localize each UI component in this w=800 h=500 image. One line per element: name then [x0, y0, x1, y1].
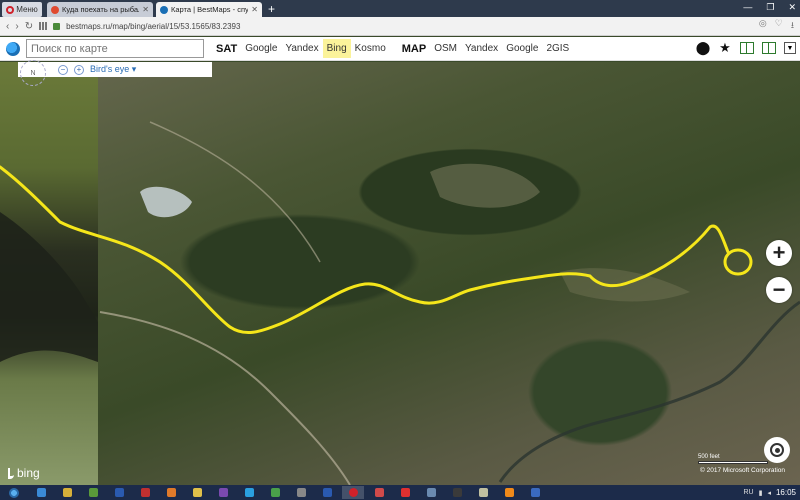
source-google-map[interactable]: Google [502, 39, 542, 58]
opera-logo-icon [6, 5, 15, 14]
taskbar-app-mail[interactable] [368, 486, 390, 499]
taskbar-app-yandex[interactable] [394, 486, 416, 499]
zoom-out-mini-icon[interactable]: − [58, 64, 68, 75]
back-icon[interactable]: ‹ [6, 21, 9, 32]
maximize-icon[interactable]: ❐ [766, 2, 774, 13]
bing-wordmark: bing [17, 466, 40, 480]
browser-tab-bar: Меню Куда поехать на рыбалк ✕ Карта | Be… [0, 0, 800, 17]
map-sources: MAP OSM Yandex Google 2GIS [398, 39, 573, 59]
source-kosmo-sat[interactable]: Kosmo [351, 39, 390, 58]
zoom-out-button[interactable]: − [766, 277, 792, 303]
site-favicon-icon [160, 5, 168, 14]
compass-north-label: N [30, 69, 36, 77]
taskbar-app-paint[interactable] [160, 486, 182, 499]
reload-icon[interactable]: ↻ [25, 21, 33, 32]
windows-logo-icon [9, 487, 19, 498]
bestmaps-logo-icon[interactable] [6, 41, 20, 56]
satellite-map[interactable]: + − [0, 62, 800, 485]
source-yandex-sat[interactable]: Yandex [281, 39, 322, 58]
snapshot-icon[interactable]: ◎ [759, 18, 767, 34]
bookmark-heart-icon[interactable]: ♡ [775, 18, 783, 34]
volume-icon[interactable]: ◂ [767, 489, 771, 497]
map-label: MAP [401, 42, 427, 55]
close-tab-icon[interactable]: ✕ [251, 5, 258, 14]
side-panel-icon[interactable] [762, 42, 776, 54]
taskbar-app-opera[interactable] [342, 486, 364, 499]
chevron-down-icon[interactable]: ▼ [784, 42, 796, 54]
taskbar-app-folder[interactable] [186, 486, 208, 499]
system-tray: RU ▮ ◂ 16:05 [743, 485, 796, 500]
taskbar-app-calc[interactable] [290, 486, 312, 499]
close-tab-icon[interactable]: ✕ [142, 5, 149, 14]
taskbar-app-torrent[interactable] [264, 486, 286, 499]
lock-icon [53, 22, 61, 30]
network-icon[interactable]: ▮ [759, 489, 763, 497]
menu-label: Меню [16, 5, 38, 14]
source-osm-map[interactable]: OSM [430, 39, 461, 58]
taskbar-app-monitor[interactable] [420, 486, 442, 499]
url-field[interactable]: bestmaps.ru/map/bing/aerial/15/53.1565/8… [66, 22, 753, 31]
site-favicon-icon [51, 5, 59, 14]
split-view-icon[interactable] [740, 42, 754, 54]
birds-eye-toggle[interactable]: Bird's eye ▾ [90, 64, 136, 75]
map-toolbar: SAT Google Yandex Bing Kosmo MAP OSM Yan… [0, 37, 800, 61]
address-actions: ◎ ♡ ⭳ [759, 18, 794, 34]
taskbar-app-pdf[interactable] [134, 486, 156, 499]
taskbar-app-ie[interactable] [30, 486, 52, 499]
scale-bar: 500 feet [698, 454, 768, 464]
star-icon[interactable]: ★ [718, 40, 732, 56]
birds-eye-panel: − + Bird's eye ▾ [18, 62, 212, 77]
map-copyright: © 2017 Microsoft Corporation [700, 467, 785, 474]
source-2gis-map[interactable]: 2GIS [542, 39, 573, 58]
taskbar-app-skype[interactable] [238, 486, 260, 499]
taskbar-app-player[interactable] [446, 486, 468, 499]
windows-taskbar: RU ▮ ◂ 16:05 [0, 485, 800, 500]
zoom-in-mini-icon[interactable]: + [74, 64, 84, 75]
sat-label: SAT [216, 42, 238, 55]
taskbar-app-media[interactable] [82, 486, 104, 499]
source-bing-sat[interactable]: Bing [322, 39, 351, 58]
toolbar-actions: ⬤ ★ ▼ [696, 40, 796, 56]
bing-b-icon [8, 467, 14, 479]
tab-title: Куда поехать на рыбалк [62, 5, 140, 14]
target-icon [770, 443, 784, 457]
start-button[interactable] [0, 485, 28, 500]
taskbar-app-ok[interactable] [498, 486, 520, 499]
taskbar-app-explorer[interactable] [56, 486, 78, 499]
new-tab-button[interactable]: + [268, 2, 275, 17]
close-window-icon[interactable]: ✕ [788, 2, 796, 13]
download-icon[interactable]: ⭳ [791, 18, 794, 34]
forward-icon[interactable]: › [15, 21, 18, 32]
map-overlay [0, 121, 800, 485]
opera-menu-button[interactable]: Меню [2, 2, 42, 17]
taskbar-app-photo[interactable] [212, 486, 234, 499]
tab-fishing[interactable]: Куда поехать на рыбалк ✕ [47, 2, 153, 17]
map-search-input[interactable] [26, 39, 204, 58]
window-controls: — ❐ ✕ [743, 0, 796, 14]
taskbar-app-chat[interactable] [524, 486, 546, 499]
location-pin-icon[interactable]: ⬤ [696, 40, 711, 56]
tab-title: Карта | BestMaps - спутн [171, 5, 249, 14]
taskbar-app-word2[interactable] [316, 486, 338, 499]
clock[interactable]: 16:05 [776, 488, 796, 497]
tab-bestmaps[interactable]: Карта | BestMaps - спутн ✕ [156, 2, 262, 17]
compass-icon[interactable]: N [20, 60, 46, 86]
satellite-sources: SAT Google Yandex Bing Kosmo [212, 39, 390, 59]
bing-logo: bing [8, 466, 40, 480]
minimize-icon[interactable]: — [743, 2, 752, 12]
scale-label: 500 feet [698, 454, 720, 460]
source-yandex-map[interactable]: Yandex [461, 39, 502, 58]
source-google-sat[interactable]: Google [241, 39, 281, 58]
address-bar: ‹ › ↻ bestmaps.ru/map/bing/aerial/15/53.… [0, 17, 800, 36]
speed-dial-icon[interactable] [39, 22, 48, 30]
taskbar-app-notes[interactable] [472, 486, 494, 499]
language-indicator[interactable]: RU [743, 489, 753, 496]
zoom-in-button[interactable]: + [766, 240, 792, 266]
taskbar-app-word[interactable] [108, 486, 130, 499]
